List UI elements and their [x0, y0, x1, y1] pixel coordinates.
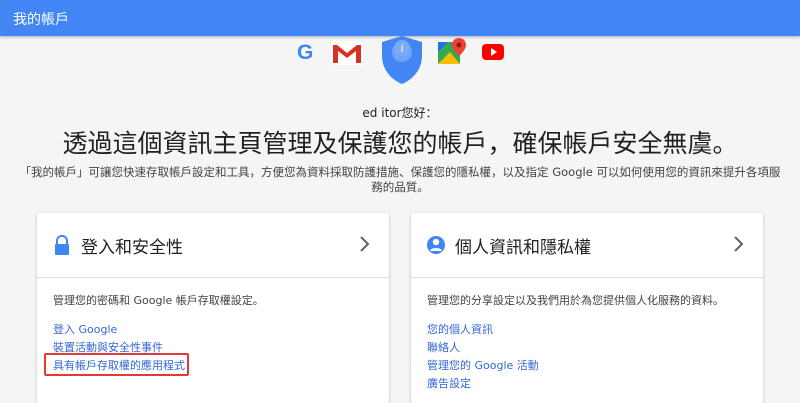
page-headline: 透過這個資訊主頁管理及保護您的帳戶，確保帳戶安全無虞。	[62, 129, 738, 158]
page-description: 「我的帳戶」可讓您快速存取帳戶設定和工具，方便您為資料採取防護措施、保護您的隱私…	[19, 165, 781, 194]
link-device-activity[interactable]: 裝置活動與安全性事件	[53, 339, 185, 357]
account-shield-icon: i	[382, 36, 422, 84]
chevron-right-icon[interactable]	[733, 234, 745, 254]
greeting: ed itor您好：	[362, 106, 438, 120]
link-contacts[interactable]: 聯絡人	[427, 339, 539, 357]
privacy-card: 個人資訊和隱私權 管理您的分享設定以及我們用於為您提供個人化服務的資料。 您的個…	[411, 213, 763, 403]
chevron-right-icon[interactable]	[359, 234, 371, 254]
link-google-activity[interactable]: 管理您的 Google 活動	[427, 357, 539, 375]
security-links: 登入 Google 裝置活動與安全性事件 具有帳戶存取權的應用程式	[53, 321, 185, 375]
shield-letter: i	[400, 42, 403, 55]
security-card-title: 登入和安全性	[81, 238, 183, 258]
security-card: 登入和安全性 管理您的密碼和 Google 帳戶存取權設定。 登入 Google…	[37, 213, 389, 403]
link-ad-settings[interactable]: 廣告設定	[427, 375, 539, 393]
app-bar: 我的帳戶	[0, 0, 800, 36]
google-g-icon: G	[297, 41, 314, 64]
person-icon	[427, 236, 445, 254]
link-sign-in-google[interactable]: 登入 Google	[53, 321, 185, 339]
lock-icon	[55, 235, 69, 255]
link-apps-with-access[interactable]: 具有帳戶存取權的應用程式	[53, 357, 185, 375]
google-maps-icon	[438, 38, 466, 64]
privacy-links: 您的個人資訊 聯絡人 管理您的 Google 活動 廣告設定	[427, 321, 539, 393]
youtube-icon	[482, 44, 504, 60]
link-personal-info[interactable]: 您的個人資訊	[427, 321, 539, 339]
security-card-description: 管理您的密碼和 Google 帳戶存取權設定。	[53, 294, 264, 307]
privacy-card-description: 管理您的分享設定以及我們用於為您提供個人化服務的資料。	[427, 294, 724, 307]
product-icons-row: G i	[0, 36, 800, 96]
app-title: 我的帳戶	[13, 12, 69, 28]
privacy-card-title: 個人資訊和隱私權	[455, 238, 591, 258]
gmail-icon	[331, 41, 363, 65]
security-card-header[interactable]: 登入和安全性	[37, 213, 389, 278]
privacy-card-header[interactable]: 個人資訊和隱私權	[411, 213, 763, 278]
